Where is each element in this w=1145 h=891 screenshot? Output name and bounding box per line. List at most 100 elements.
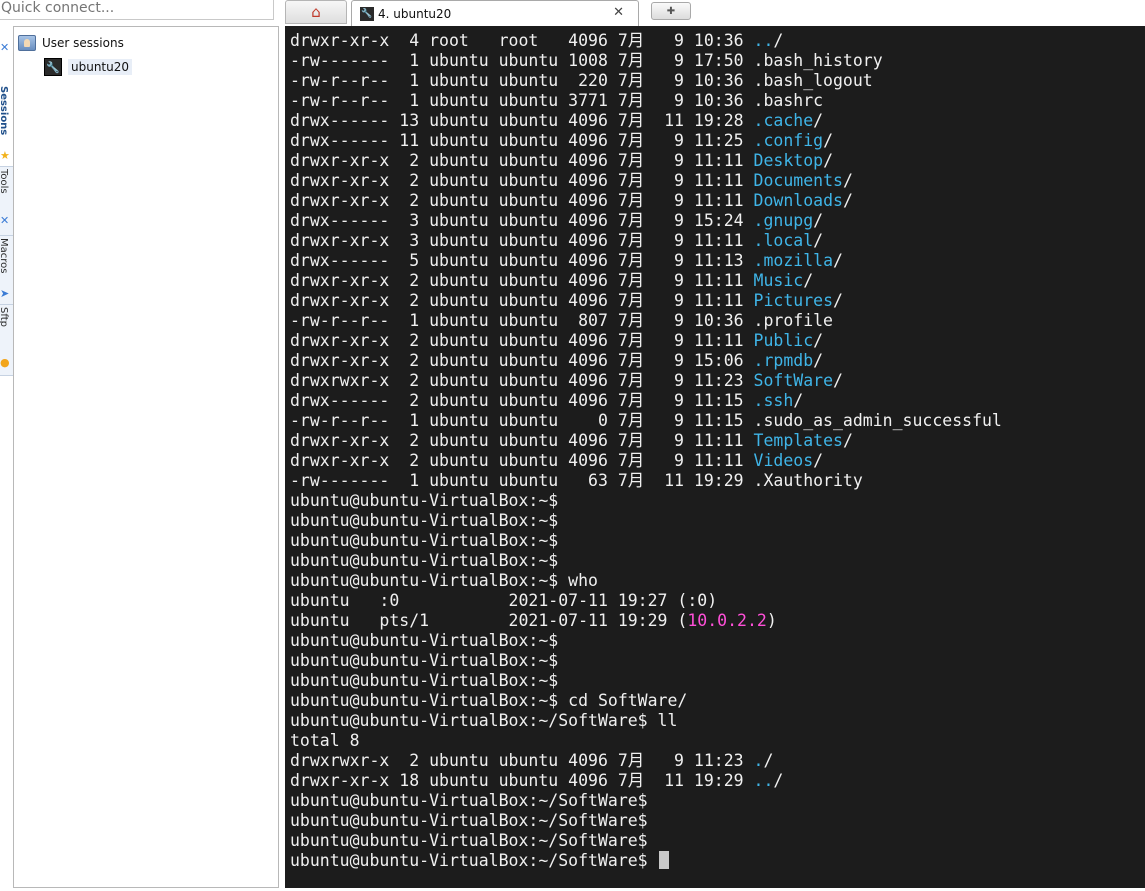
terminal-line: drwxr-xr-x 2 ubuntu ubuntu 4096 7月 9 11:… (290, 271, 1145, 291)
tree-node-session-ubuntu20[interactable]: 🔧 ubuntu20 (44, 57, 133, 77)
terminal-line: drwxr-xr-x 2 ubuntu ubuntu 4096 7月 9 15:… (290, 351, 1145, 371)
terminal-line: -rw-r--r-- 1 ubuntu ubuntu 807 7月 9 10:3… (290, 311, 1145, 331)
terminal-text: / (813, 331, 824, 350)
x-icon: ✕ (0, 41, 10, 54)
ip-address: 10.0.2.2 (687, 611, 767, 630)
side-tab-sessions[interactable]: ✕ Sessions ★ (0, 26, 13, 167)
terminal-text: drwxr-xr-x 2 ubuntu ubuntu 4096 7月 9 11:… (290, 291, 754, 310)
terminal-line: ubuntu@ubuntu-VirtualBox:~$ (290, 631, 1145, 651)
terminal-line: drwx------ 2 ubuntu ubuntu 4096 7月 9 11:… (290, 391, 1145, 411)
terminal-text: / (842, 171, 853, 190)
terminal-text: ubuntu@ubuntu-VirtualBox:~/SoftWare$ ll (290, 711, 678, 730)
terminal-text: drwx------ 3 ubuntu ubuntu 4096 7月 9 15:… (290, 211, 754, 230)
terminal-line: ubuntu@ubuntu-VirtualBox:~$ (290, 651, 1145, 671)
terminal-text: drwxr-xr-x 3 ubuntu ubuntu 4096 7月 9 11:… (290, 231, 754, 250)
directory-name: .rpmdb (753, 351, 814, 370)
directory-name: SoftWare (753, 371, 834, 390)
terminal-text: ubuntu@ubuntu-VirtualBox:~$ (290, 491, 559, 510)
terminal-text: / (813, 111, 824, 130)
terminal-line: drwxrwxr-x 2 ubuntu ubuntu 4096 7月 9 11:… (290, 371, 1145, 391)
directory-name: Pictures (753, 291, 834, 310)
terminal-line: ubuntu@ubuntu-VirtualBox:~$ who (290, 571, 1145, 591)
terminal-text: ubuntu@ubuntu-VirtualBox:~$ cd SoftWare/ (290, 691, 688, 710)
terminal-text: drwxr-xr-x 18 ubuntu ubuntu 4096 7月 11 1… (290, 771, 754, 790)
directory-name: Music (753, 271, 804, 290)
terminal-text: / (813, 231, 824, 250)
tab-close-button[interactable]: ✕ (613, 5, 624, 20)
directory-name: .. (753, 771, 774, 790)
terminal-line: -rw-r--r-- 1 ubuntu ubuntu 0 7月 9 11:15 … (290, 411, 1145, 431)
star-icon: ★ (0, 149, 10, 162)
tab-ubuntu20[interactable]: 🔧 4. ubuntu20 ✕ (351, 0, 639, 26)
terminal-line: ubuntu@ubuntu-VirtualBox:~/SoftWare$ (290, 831, 1145, 851)
terminal-line: drwxr-xr-x 2 ubuntu ubuntu 4096 7月 9 11:… (290, 171, 1145, 191)
terminal-line: ubuntu pts/1 2021-07-11 19:29 (10.0.2.2) (290, 611, 1145, 631)
terminal-line: ubuntu@ubuntu-VirtualBox:~/SoftWare$ (290, 811, 1145, 831)
terminal-line: drwxr-xr-x 2 ubuntu ubuntu 4096 7月 9 11:… (290, 331, 1145, 351)
terminal-text: ) (766, 611, 777, 630)
terminal-line: drwx------ 11 ubuntu ubuntu 4096 7月 9 11… (290, 131, 1145, 151)
directory-name: Public (753, 331, 814, 350)
terminal-text: ubuntu@ubuntu-VirtualBox:~/SoftWare$ (290, 851, 658, 870)
terminal-line: -rw-r--r-- 1 ubuntu ubuntu 3771 7月 9 10:… (290, 91, 1145, 111)
terminal-text: -rw-r--r-- 1 ubuntu ubuntu 807 7月 9 10:3… (290, 311, 833, 330)
wrench-icon: ✕ (0, 214, 10, 227)
terminal-line: drwxr-xr-x 18 ubuntu ubuntu 4096 7月 11 1… (290, 771, 1145, 791)
terminal-text: drwxr-xr-x 2 ubuntu ubuntu 4096 7月 9 11:… (290, 171, 754, 190)
terminal-text: / (763, 751, 774, 770)
terminal-line: ubuntu@ubuntu-VirtualBox:~$ (290, 671, 1145, 691)
terminal-text: / (793, 391, 804, 410)
terminal-output[interactable]: drwxr-xr-x 4 root root 4096 7月 9 10:36 .… (285, 26, 1145, 888)
terminal-line: ubuntu@ubuntu-VirtualBox:~$ (290, 531, 1145, 551)
terminal-text: drwxr-xr-x 2 ubuntu ubuntu 4096 7月 9 11:… (290, 431, 754, 450)
terminal-text: / (833, 371, 843, 390)
terminal-line: -rw------- 1 ubuntu ubuntu 1008 7月 9 17:… (290, 51, 1145, 71)
tree-node-user-sessions[interactable]: User sessions (18, 33, 124, 53)
terminal-line: total 8 (290, 731, 1145, 751)
terminal-text: -rw-r--r-- 1 ubuntu ubuntu 220 7月 9 10:3… (290, 71, 873, 90)
directory-name: Templates (753, 431, 843, 450)
new-tab-button[interactable]: ✚ (651, 2, 691, 20)
tab-bar: ⌂ 🔧 4. ubuntu20 ✕ ✚ (285, 0, 1145, 26)
terminal-text: drwx------ 5 ubuntu ubuntu 4096 7月 9 11:… (290, 251, 754, 270)
terminal-text: / (823, 131, 834, 150)
terminal-text: / (833, 291, 843, 310)
terminal-text: ubuntu@ubuntu-VirtualBox:~$ (290, 651, 559, 670)
terminal-line: drwx------ 5 ubuntu ubuntu 4096 7月 9 11:… (290, 251, 1145, 271)
terminal-text: / (813, 211, 824, 230)
terminal-line: drwx------ 13 ubuntu ubuntu 4096 7月 11 1… (290, 111, 1145, 131)
terminal-text: / (833, 251, 843, 270)
directory-name: .cache (753, 111, 814, 130)
session-tree: User sessions 🔧 ubuntu20 (13, 26, 279, 888)
side-tab-macros[interactable]: Macros ➤ (0, 236, 13, 305)
terminal-text: -rw-r--r-- 1 ubuntu ubuntu 0 7月 9 11:15 … (290, 411, 1002, 430)
side-tab-sessions-label: Sessions (0, 86, 9, 136)
terminal-line: -rw-r--r-- 1 ubuntu ubuntu 220 7月 9 10:3… (290, 71, 1145, 91)
side-tab-tools[interactable]: Tools ✕ (0, 167, 13, 236)
send-icon: ➤ (0, 287, 10, 300)
terminal-text: total 8 (290, 731, 360, 750)
terminal-text: ubuntu@ubuntu-VirtualBox:~/SoftWare$ (290, 831, 648, 850)
terminal-text: drwxrwxr-x 2 ubuntu ubuntu 4096 7月 9 11:… (290, 371, 754, 390)
terminal-text: ubuntu@ubuntu-VirtualBox:~$ who (290, 571, 598, 590)
directory-name: .config (753, 131, 824, 150)
terminal-text: / (842, 191, 853, 210)
quick-connect-input[interactable] (0, 0, 274, 20)
ssh-key-icon: 🔧 (44, 58, 62, 76)
side-tab-sftp[interactable]: Sftp ● (0, 305, 13, 376)
tree-node-label: ubuntu20 (68, 59, 133, 75)
terminal-line: ubuntu@ubuntu-VirtualBox:~/SoftWare$ ll (290, 711, 1145, 731)
terminal-text: / (842, 431, 853, 450)
terminal-text: drwxr-xr-x 4 root root 4096 7月 9 10:36 (290, 31, 754, 50)
terminal-text: ubuntu@ubuntu-VirtualBox:~$ (290, 631, 559, 650)
terminal-text: / (773, 31, 784, 50)
terminal-text: drwx------ 13 ubuntu ubuntu 4096 7月 11 1… (290, 111, 754, 130)
home-tab[interactable]: ⌂ (285, 0, 347, 24)
terminal-text: / (813, 451, 824, 470)
terminal-text: ubuntu :0 2021-07-11 19:27 (:0) (290, 591, 718, 610)
terminal-line: -rw------- 1 ubuntu ubuntu 63 7月 11 19:2… (290, 471, 1145, 491)
terminal-line: ubuntu@ubuntu-VirtualBox:~/SoftWare$ (290, 851, 1145, 871)
terminal-line: ubuntu@ubuntu-VirtualBox:~$ (290, 511, 1145, 531)
terminal-line: ubuntu@ubuntu-VirtualBox:~/SoftWare$ (290, 791, 1145, 811)
terminal-text: drwxr-xr-x 2 ubuntu ubuntu 4096 7月 9 11:… (290, 151, 754, 170)
